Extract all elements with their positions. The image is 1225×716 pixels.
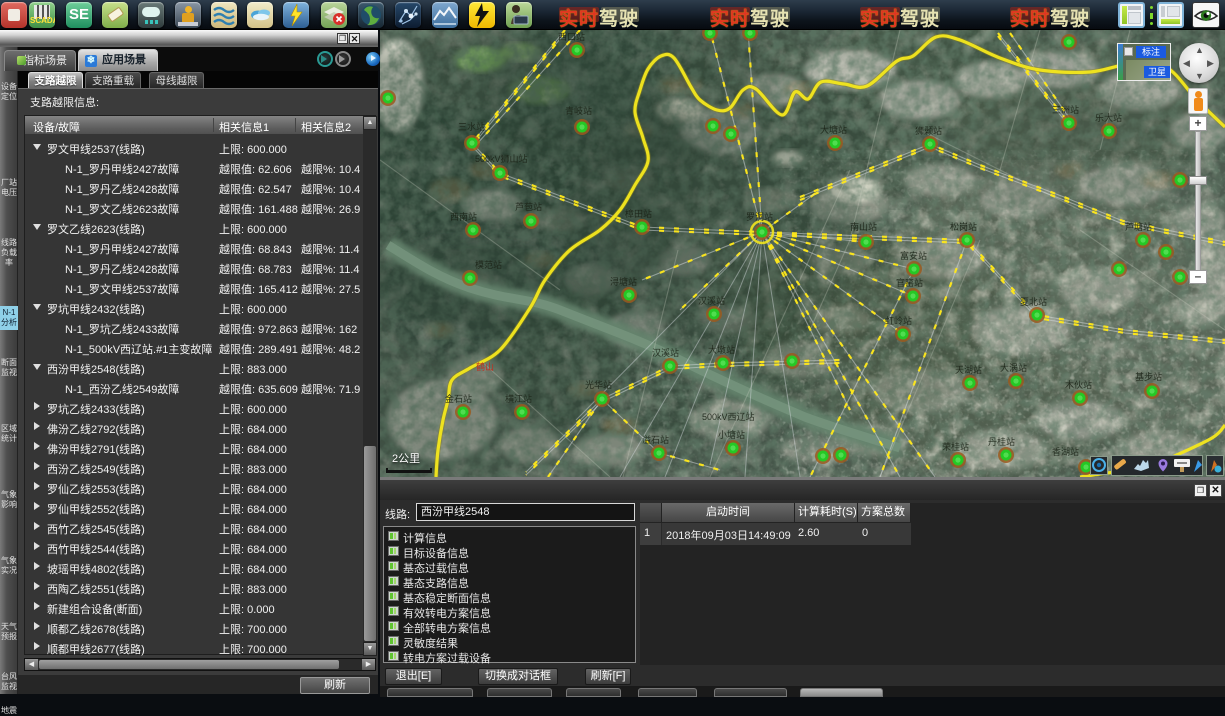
svg-text:樟田站: 樟田站 [625, 208, 652, 219]
svg-text:小塘站: 小塘站 [718, 429, 745, 440]
svg-text:模范站: 模范站 [475, 259, 502, 270]
svg-text:青岐站: 青岐站 [565, 105, 592, 116]
svg-text:汉溪站: 汉溪站 [698, 295, 725, 306]
svg-text:天湖站: 天湖站 [955, 364, 982, 375]
svg-text:三洲站: 三洲站 [1052, 104, 1079, 115]
svg-text:500kV西辽站: 500kV西辽站 [702, 411, 755, 422]
svg-text:三水站: 三水站 [458, 121, 485, 132]
svg-text:乐大站: 乐大站 [1095, 112, 1122, 123]
svg-text:夏北站: 夏北站 [1020, 296, 1047, 307]
svg-text:基步站: 基步站 [1135, 371, 1162, 382]
svg-text:官窑站: 官窑站 [896, 277, 923, 288]
svg-text:汉溪站: 汉溪站 [652, 347, 679, 358]
svg-text:芦塘站: 芦塘站 [1125, 221, 1152, 232]
svg-text:大塘站: 大塘站 [820, 124, 847, 135]
svg-text:罗洞站: 罗洞站 [746, 211, 773, 222]
svg-text:大墩站: 大墩站 [708, 344, 735, 355]
svg-text:西南站: 西南站 [450, 211, 477, 222]
svg-text:浔塘站: 浔塘站 [610, 276, 637, 287]
svg-text:虹岭站: 虹岭站 [885, 315, 912, 326]
svg-text:鹤山: 鹤山 [476, 361, 494, 372]
svg-text:荣桂站: 荣桂站 [942, 441, 969, 452]
svg-text:500kV狮山站: 500kV狮山站 [475, 153, 528, 164]
svg-text:金石站: 金石站 [445, 393, 472, 404]
svg-text:芦苞站: 芦苞站 [515, 201, 542, 212]
svg-text:松岗站: 松岗站 [950, 221, 977, 232]
svg-text:光华站: 光华站 [585, 379, 612, 390]
svg-text:狮颡站: 狮颡站 [915, 125, 942, 136]
svg-text:木伙站: 木伙站 [1065, 379, 1092, 390]
svg-text:大涡站: 大涡站 [1000, 362, 1027, 373]
svg-text:富安站: 富安站 [900, 250, 927, 261]
svg-text:香湖站: 香湖站 [1052, 446, 1079, 457]
svg-text:丹桂站: 丹桂站 [988, 436, 1015, 447]
svg-text:溢石站: 溢石站 [642, 434, 669, 445]
svg-text:南山站: 南山站 [850, 221, 877, 232]
svg-text:西口站: 西口站 [558, 31, 585, 42]
svg-text:横江站: 横江站 [505, 393, 532, 404]
